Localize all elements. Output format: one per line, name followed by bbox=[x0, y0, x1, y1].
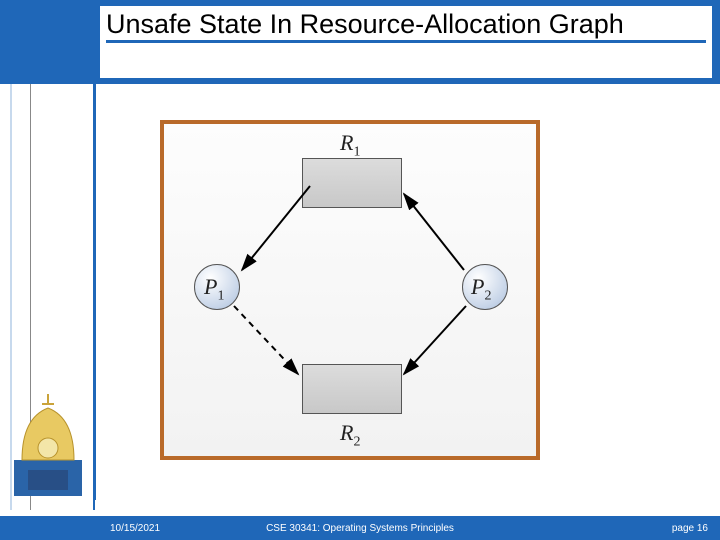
graph-edges bbox=[164, 124, 536, 456]
resource-allocation-graph: R1 P1 P2 R2 bbox=[160, 120, 540, 460]
slide-title: Unsafe State In Resource-Allocation Grap… bbox=[106, 8, 706, 43]
footer-bar: 10/15/2021 CSE 30341: Operating Systems … bbox=[0, 516, 720, 540]
header-panel: Unsafe State In Resource-Allocation Grap… bbox=[100, 6, 712, 78]
footer-course: CSE 30341: Operating Systems Principles bbox=[0, 523, 720, 534]
footer-page: page 16 bbox=[672, 523, 708, 534]
footer-date: 10/15/2021 bbox=[110, 523, 160, 534]
left-thick-rule bbox=[93, 84, 96, 510]
dome-logo bbox=[8, 390, 88, 500]
